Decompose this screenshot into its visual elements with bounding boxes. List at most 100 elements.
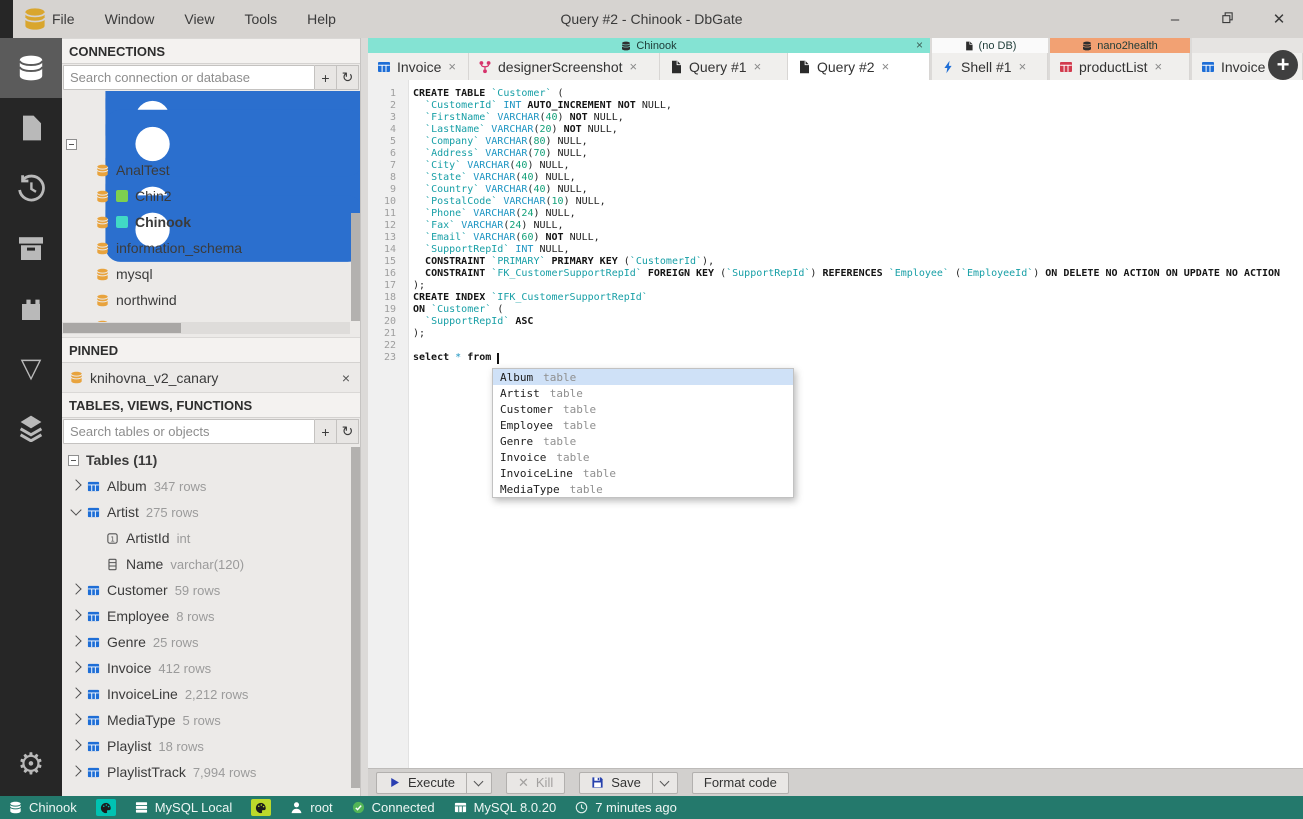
close-tab-button[interactable]: × [754,59,762,74]
tab-productlist[interactable]: productList × [1050,53,1190,80]
unpin-button[interactable]: × [342,370,350,386]
close-tab-button[interactable]: × [448,59,456,74]
chevron-right-icon[interactable] [70,609,82,621]
connections-scrollbar[interactable] [351,213,360,321]
menu-tools[interactable]: Tools [244,11,277,27]
line-number: 17 [383,280,396,291]
close-tab-button[interactable]: × [1154,59,1162,74]
table-row[interactable]: Playlist 18 rows [62,733,350,759]
collapse-box-icon[interactable] [68,454,79,466]
status-color-square [116,190,128,202]
minimize-button[interactable]: – [1167,11,1183,28]
activity-item-funnel[interactable]: ▽ [0,338,62,398]
status-item-connected[interactable]: Connected [352,800,435,815]
table-row[interactable]: PlaylistTrack 7,994 rows [62,759,350,785]
close-button[interactable]: ✕ [1271,10,1287,28]
tab-group-header[interactable]: Chinook × [368,38,930,53]
chevron-right-icon[interactable] [70,765,82,777]
table-icon [377,60,391,74]
activity-item-layers[interactable] [0,398,62,458]
activity-item-history[interactable] [0,158,62,218]
activity-item-settings[interactable]: ⚙ [0,738,62,792]
table-row[interactable]: Artist 275 rows [62,499,350,525]
sql-editor[interactable]: 1 CREATE TABLE `Customer` (2 `CustomerId`… [368,80,1303,768]
table-row[interactable]: Customer 59 rows [62,577,350,603]
menu-view[interactable]: View [184,11,214,27]
column-row[interactable]: 1 ArtistId int [62,525,350,551]
table-row[interactable]: Employee 8 rows [62,603,350,629]
tab-group-header[interactable]: (no DB) [932,38,1048,53]
autocomplete-item[interactable]: Customer table [493,401,793,417]
code-text: CREATE INDEX `IFK_CustomerSupportRepId` [413,292,648,303]
dropdown-arrow-button[interactable] [465,772,491,793]
tab-shell-1[interactable]: Shell #1 × [932,53,1048,80]
menu-help[interactable]: Help [307,11,336,27]
chevron-right-icon[interactable] [70,479,82,491]
close-tab-button[interactable]: × [882,59,890,74]
dropdown-arrow-button[interactable] [651,772,677,793]
tables-search-input[interactable] [63,419,315,444]
tab-designerscreenshot[interactable]: designerScreenshot × [469,53,660,80]
table-row[interactable]: InvoiceLine 2,212 rows [62,681,350,707]
column-row[interactable]: Name varchar(120) [62,551,350,577]
autocomplete-item[interactable]: InvoiceLine table [493,465,793,481]
status-item-mysql-local[interactable]: MySQL Local [135,800,232,815]
activity-item-archive[interactable] [0,218,62,278]
activity-item-plugins[interactable] [0,278,62,338]
table-row[interactable]: Invoice 412 rows [62,655,350,681]
restore-button[interactable] [1219,11,1235,28]
tab-invoice[interactable]: Invoice × [368,53,469,80]
chevron-right-icon[interactable] [70,635,82,647]
status-item-7-minutes-ago[interactable]: 7 minutes ago [575,800,677,815]
connections-search-input[interactable] [63,65,315,90]
kill-button[interactable]: ✕ Kill [505,771,566,794]
add-table-button[interactable]: + [315,419,337,444]
save-button[interactable]: Save [579,771,678,794]
autocomplete-item[interactable]: Album table [493,369,793,385]
chevron-right-icon[interactable] [70,739,82,751]
tab-label: Invoice [1221,58,1266,75]
format-code-button[interactable]: Format code [691,771,789,794]
status-item-root[interactable]: root [290,800,333,815]
menu-file[interactable]: File [52,11,75,27]
collapse-box-icon[interactable] [66,138,77,150]
table-row[interactable]: Album 347 rows [62,473,350,499]
status-item-color[interactable] [95,799,116,816]
menu-window[interactable]: Window [105,11,155,27]
add-connection-button[interactable]: + [315,65,337,90]
close-tab-button[interactable]: × [1019,59,1027,74]
status-item-mysql-8-0-20[interactable]: MySQL 8.0.20 [454,800,556,815]
activity-item-database[interactable] [0,38,62,98]
tab-query-1[interactable]: Query #1 × [660,53,788,80]
autocomplete-item[interactable]: Employee table [493,417,793,433]
pinned-item[interactable]: knihovna_v2_canary × [62,363,360,392]
refresh-tables-button[interactable]: ↻ [337,419,359,444]
tab-query-2[interactable]: Query #2 × [788,53,930,80]
table-row[interactable]: MediaType 5 rows [62,707,350,733]
execute-button[interactable]: Execute [376,771,492,794]
tables-scrollbar[interactable] [351,447,360,788]
chevron-right-icon[interactable] [70,583,82,595]
tables-group-row[interactable]: Tables (11) [62,447,350,473]
autocomplete-item[interactable]: Artist table [493,385,793,401]
close-group-button[interactable]: × [916,38,923,53]
autocomplete-item[interactable]: Invoice table [493,449,793,465]
status-item-color[interactable] [251,799,272,816]
chevron-right-icon[interactable] [70,687,82,699]
activity-item-file[interactable] [0,98,62,158]
connection-row[interactable]: MySQL Localmysql [62,109,360,262]
refresh-connections-button[interactable]: ↻ [337,65,359,90]
table-row[interactable]: Genre 25 rows [62,629,350,655]
autocomplete-item[interactable]: Genre table [493,433,793,449]
autocomplete-item[interactable]: MediaType table [493,481,793,497]
status-item-chinook[interactable]: Chinook [9,800,77,815]
tab-group: nano2health productList × [1050,38,1190,80]
close-tab-button[interactable]: × [630,59,638,74]
chevron-down-icon[interactable] [70,504,82,516]
tab-group-header[interactable]: nano2health [1050,38,1190,53]
chevron-right-icon[interactable] [70,661,82,673]
connections-hscroll-thumb[interactable] [63,323,181,333]
chevron-right-icon[interactable] [70,713,82,725]
new-tab-button[interactable]: + [1268,50,1298,80]
funnel-icon: ▽ [20,352,42,383]
